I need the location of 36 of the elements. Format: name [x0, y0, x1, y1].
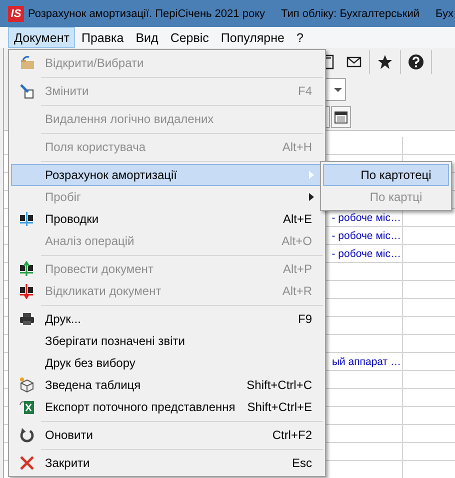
refresh-icon	[19, 427, 35, 443]
table-cell: - робоче міс…	[332, 248, 401, 260]
menu-bar-item[interactable]: Сервіс	[164, 27, 215, 48]
edit-icon	[19, 83, 35, 99]
menu-bar-item[interactable]: Правка	[75, 27, 130, 48]
table-cell: ый аппарат …	[332, 356, 401, 368]
menu-bar-item[interactable]: ?	[290, 27, 310, 48]
menu-item[interactable]: Розрахунок амортизації	[11, 164, 323, 186]
calendar-button[interactable]	[331, 106, 351, 128]
title-text: Бух	[436, 8, 454, 20]
menu-bar-item[interactable]: Документ	[8, 27, 76, 48]
spreadsheet-icon	[19, 399, 35, 415]
menu-item[interactable]: По картотеці	[323, 164, 449, 186]
menu-item[interactable]: Друк без вибору	[11, 352, 323, 374]
menu-item[interactable]: Проводки Alt+E	[11, 208, 323, 230]
menu-item[interactable]: Зведена таблиця Shift+Ctrl+C	[11, 374, 323, 396]
app-logo: IS	[8, 6, 24, 22]
close-icon	[19, 455, 35, 471]
menu-item[interactable]: Оновити Ctrl+F2	[11, 424, 323, 446]
menu-item[interactable]: Закрити Esc	[11, 452, 323, 474]
menu-item[interactable]: Зберігати позначені звіти	[11, 330, 323, 352]
table-cell: - робоче міс…	[332, 212, 401, 224]
window-title: Розрахунок амортизації. ПеріСічень 2021 року	[28, 8, 265, 20]
menu-bar-item[interactable]: Вид	[130, 27, 164, 48]
envelope-icon	[346, 54, 362, 70]
table-cell: - робоче міс…	[332, 230, 401, 242]
cube-icon	[19, 377, 35, 393]
folder-icon	[19, 55, 35, 71]
star-icon	[377, 54, 393, 70]
help-icon	[408, 54, 424, 70]
menu-bar-item[interactable]: Популярне	[214, 27, 290, 48]
calendar-icon	[334, 110, 348, 124]
accounting-type: Тип обліку: Бухгалтерський	[281, 8, 420, 20]
menu-item[interactable]: Експорт поточного представлення Shift+Ctrl+E	[11, 396, 323, 418]
menu-item[interactable]: Друк... F9	[11, 308, 323, 330]
printer-icon	[19, 311, 35, 327]
